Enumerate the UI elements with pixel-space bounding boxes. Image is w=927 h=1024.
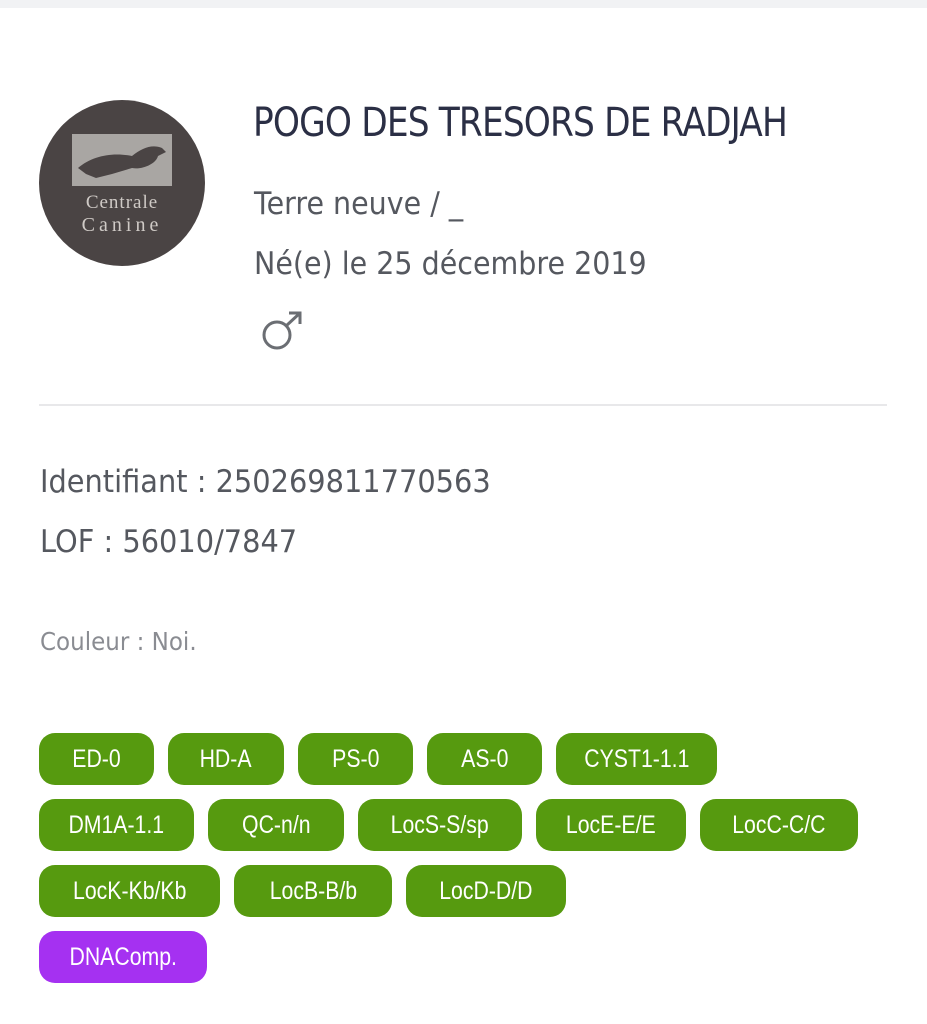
dog-name: POGO DES TRESORS DE RADJAH [253,100,788,146]
badge-row: DM1A-1.1 QC-n/n LocS-S/sp LocE-E/E LocC-… [39,799,899,851]
badge-row: DNAComp. [39,931,899,983]
badge: LocS-S/sp [358,799,522,851]
logo-line-1: Centrale [85,192,159,213]
badge-row: LocK-Kb/Kb LocB-B/b LocD-D/D [39,865,899,917]
badge: LocE-E/E [536,799,686,851]
badge: LocD-D/D [406,865,566,917]
identifiant: Identifiant : 250269811770563 [40,464,491,500]
badge: PS-0 [298,733,413,785]
badge: LocK-Kb/Kb [39,865,220,917]
dog-birth-date: Né(e) le 25 décembre 2019 [254,246,647,282]
badge: HD-A [168,733,284,785]
badge-row: ED-0 HD-A PS-0 AS-0 CYST1-1.1 [39,733,899,785]
badge: LocB-B/b [234,865,392,917]
section-divider [39,404,887,406]
badge: ED-0 [39,733,154,785]
logo-line-2: Canine [81,214,163,236]
lof-number: LOF : 56010/7847 [40,524,298,560]
dog-breed: Terre neuve / _ [254,186,464,222]
health-badges: ED-0 HD-A PS-0 AS-0 CYST1-1.1 DM1A-1.1 Q… [39,733,899,997]
couleur: Couleur : Noi. [40,627,197,656]
male-symbol-icon [258,310,306,357]
badge: QC-n/n [208,799,344,851]
badge: CYST1-1.1 [556,733,717,785]
top-bar [0,0,927,8]
logo-plate [72,134,172,186]
badge: LocC-C/C [700,799,858,851]
dog-silhouette-icon [78,146,166,178]
badge: DM1A-1.1 [39,799,194,851]
centrale-canine-logo: Centrale Canine [39,100,205,266]
badge: AS-0 [427,733,542,785]
badge: DNAComp. [39,931,207,983]
